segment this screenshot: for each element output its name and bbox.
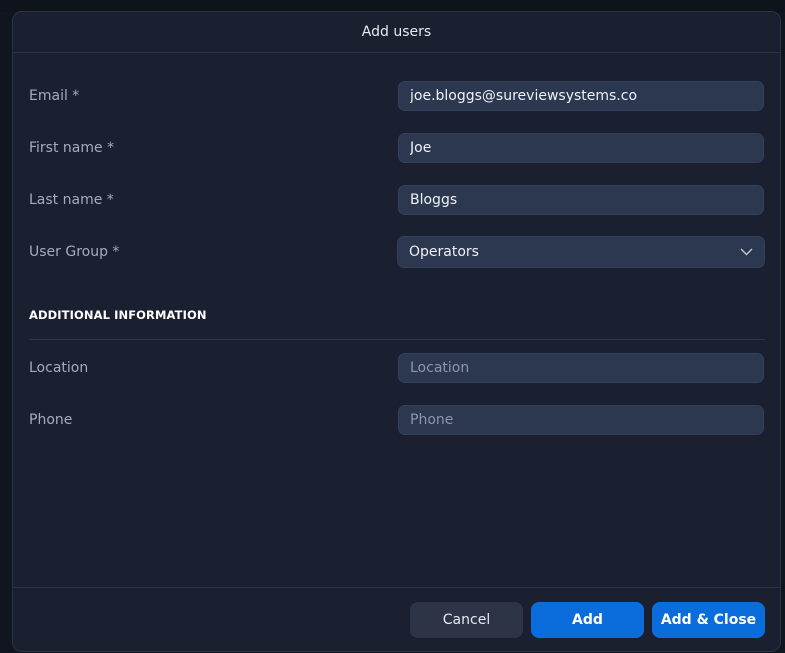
- dialog-title: Add users: [361, 24, 432, 40]
- add-button[interactable]: Add: [531, 602, 644, 638]
- user-group-value: Operators: [409, 244, 479, 260]
- cancel-button[interactable]: Cancel: [410, 602, 523, 638]
- last-name-label: Last name *: [29, 192, 114, 208]
- first-name-row: First name *: [29, 133, 765, 163]
- location-field[interactable]: [398, 353, 764, 383]
- add-and-close-button[interactable]: Add & Close: [652, 602, 765, 638]
- phone-field[interactable]: [398, 405, 764, 435]
- section-divider: [29, 339, 765, 340]
- add-users-dialog: Add users Email * First name * Last name…: [12, 11, 781, 652]
- additional-info-heading: ADDITIONAL INFORMATION: [29, 308, 207, 322]
- dialog-header: Add users: [13, 12, 780, 53]
- last-name-row: Last name *: [29, 185, 765, 215]
- first-name-label: First name *: [29, 140, 115, 156]
- user-group-row: User Group * Operators: [29, 236, 765, 268]
- footer-divider: [13, 587, 780, 588]
- user-group-label: User Group *: [29, 244, 120, 260]
- chevron-down-icon: [739, 245, 753, 259]
- phone-label: Phone: [29, 412, 73, 428]
- email-row: Email *: [29, 81, 765, 111]
- first-name-field[interactable]: [398, 133, 764, 163]
- email-label: Email *: [29, 88, 80, 104]
- user-group-select[interactable]: Operators: [397, 236, 765, 268]
- last-name-field[interactable]: [398, 185, 764, 215]
- location-label: Location: [29, 360, 89, 376]
- email-field[interactable]: [398, 81, 764, 111]
- phone-row: Phone: [29, 405, 765, 435]
- location-row: Location: [29, 353, 765, 383]
